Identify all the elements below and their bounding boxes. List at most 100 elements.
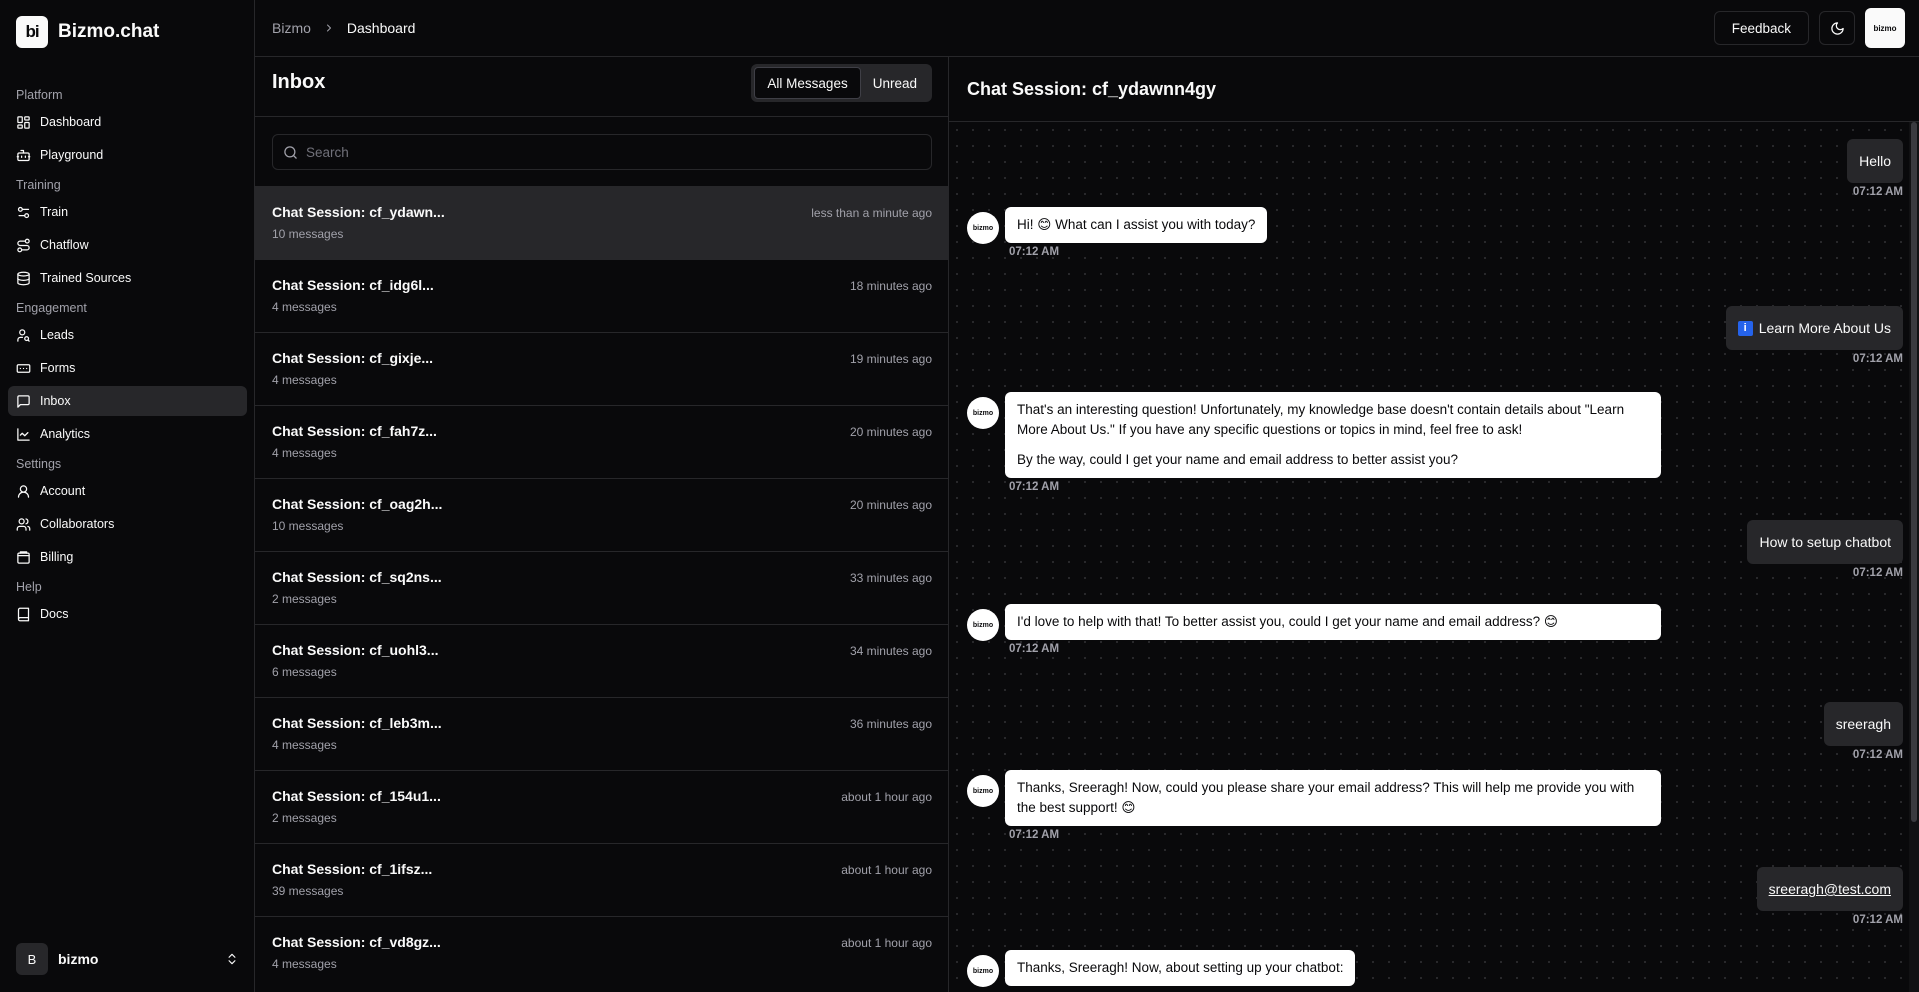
tab-all-messages[interactable]: All Messages (754, 67, 861, 99)
sidebar-item-forms[interactable]: Forms (8, 353, 247, 383)
session-message-count: 4 messages (272, 300, 337, 314)
message-timestamp: 07:12 AM (1009, 829, 1060, 841)
bot-message-bubble: I'd love to help with that! To better as… (1005, 604, 1661, 640)
sidebar-item-collaborators[interactable]: Collaborators (8, 509, 247, 539)
chevrons-up-down-icon (225, 952, 239, 966)
chat-scrollbar[interactable] (1909, 122, 1919, 992)
sidebar-item-dashboard[interactable]: Dashboard (8, 107, 247, 137)
user-menu[interactable]: B bizmo (8, 940, 247, 978)
feedback-button[interactable]: Feedback (1713, 11, 1809, 45)
sidebar-item-label: Billing (40, 550, 74, 564)
message-paragraph: Hi! 😊 What can I assist you with today? (1017, 217, 1256, 232)
user-search-icon (16, 328, 31, 343)
bot-avatar: bizmo (967, 775, 999, 807)
bot-message-bubble: Thanks, Sreeragh! Now, about setting up … (1005, 950, 1356, 986)
sidebar-item-analytics[interactable]: Analytics (8, 419, 247, 449)
nav-group-label: Settings (16, 457, 62, 471)
session-item[interactable]: Chat Session: cf_leb3m... 4 messages 36 mi… (255, 697, 948, 770)
session-item[interactable]: Chat Session: cf_gixje... 4 messages 19 mi… (255, 332, 948, 405)
session-title: Chat Session: cf_vd8gz... (272, 934, 441, 950)
session-item[interactable]: Chat Session: cf_sq2ns... 2 messages 33 mi… (255, 551, 948, 624)
brand[interactable]: bi Bizmo.chat (16, 16, 159, 48)
message-text: Hello (1859, 153, 1891, 169)
bot-icon (16, 148, 31, 163)
sidebar-item-label: Forms (40, 361, 76, 375)
sidebar-item-label: Account (40, 484, 86, 498)
database-icon (16, 271, 31, 286)
session-item[interactable]: Chat Session: cf_1ifsz... 39 messages abou… (255, 843, 948, 916)
session-title: Chat Session: cf_leb3m... (272, 715, 442, 731)
nav-group-label: Engagement (16, 301, 87, 315)
chat-title: Chat Session: cf_ydawnn4gy (949, 57, 1919, 122)
email-link[interactable]: sreeragh@test.com (1769, 881, 1891, 897)
user-message: sreeragh 07:12 AM (1823, 702, 1903, 761)
sliders-icon (16, 205, 31, 220)
form-input-icon (16, 361, 31, 376)
session-item[interactable]: Chat Session: cf_ydawn... 10 messages less… (255, 186, 948, 259)
session-time: about 1 hour ago (841, 863, 932, 877)
session-title: Chat Session: cf_sq2ns... (272, 569, 442, 585)
bot-message-bubble: Hi! 😊 What can I assist you with today? (1005, 207, 1268, 243)
dashboard-icon (16, 115, 31, 130)
users-icon (16, 517, 31, 532)
search-input[interactable] (306, 144, 931, 160)
breadcrumb-current: Dashboard (346, 20, 416, 36)
sidebar-item-account[interactable]: Account (8, 476, 247, 506)
nav-group-label: Help (16, 580, 42, 594)
user-message: i Learn More About Us 07:12 AM (1725, 306, 1903, 365)
session-title: Chat Session: cf_idg6l... (272, 277, 434, 293)
sidebar-item-chatflow[interactable]: Chatflow (8, 230, 247, 260)
bot-avatar: bizmo (967, 609, 999, 641)
message-timestamp: 07:12 AM (1852, 567, 1903, 579)
sidebar-nav: Platform Dashboard Playground Training Train… (8, 80, 247, 632)
sidebar-item-billing[interactable]: Billing (8, 542, 247, 572)
account-avatar[interactable]: bizmo (1865, 8, 1905, 48)
session-time: 20 minutes ago (849, 425, 932, 439)
chat-scrollbar-thumb[interactable] (1911, 122, 1917, 822)
session-item[interactable]: Chat Session: cf_idg6l... 4 messages 18 mi… (255, 259, 948, 332)
tab-unread[interactable]: Unread (861, 67, 929, 99)
session-message-count: 2 messages (272, 592, 337, 606)
session-time: 20 minutes ago (849, 498, 932, 512)
nav-group-label: Training (16, 178, 61, 192)
search-box (272, 134, 932, 170)
bot-message-bubble: Thanks, Sreeragh! Now, could you please … (1005, 770, 1661, 826)
breadcrumb-root[interactable]: Bizmo (272, 20, 311, 36)
session-item[interactable]: Chat Session: cf_154u1... 2 messages about… (255, 770, 948, 843)
sidebar-item-docs[interactable]: Docs (8, 599, 247, 629)
message-paragraph: Thanks, Sreeragh! Now, about setting up … (1017, 960, 1344, 975)
session-title: Chat Session: cf_154u1... (272, 788, 441, 804)
sidebar-item-leads[interactable]: Leads (8, 320, 247, 350)
session-item[interactable]: Chat Session: cf_fah7z... 4 messages 20 mi… (255, 405, 948, 478)
session-item[interactable]: Chat Session: cf_vd8gz... 4 messages about… (255, 916, 948, 989)
message-timestamp: 07:12 AM (1852, 749, 1903, 761)
sidebar-item-label: Docs (40, 607, 69, 621)
chat-messages[interactable]: Hello 07:12 AM bizmo Hi! 😊 What can I assis… (949, 122, 1909, 992)
inbox-title: Inbox (272, 71, 326, 93)
session-title: Chat Session: cf_1ifsz... (272, 861, 433, 877)
sidebar-item-trained-sources[interactable]: Trained Sources (8, 263, 247, 293)
sidebar-item-label: Leads (40, 328, 75, 342)
message-timestamp: 07:12 AM (1852, 353, 1903, 365)
nav-group-label: Platform (16, 88, 63, 102)
bot-avatar: bizmo (967, 212, 999, 244)
message-text: Learn More About Us (1758, 320, 1891, 336)
inbox-header: Inbox All Messages Unread (255, 57, 948, 117)
message-timestamp: 07:12 AM (1009, 481, 1060, 493)
brand-name: Bizmo.chat (58, 21, 160, 42)
sidebar-item-playground[interactable]: Playground (8, 140, 247, 170)
session-list: Chat Session: cf_ydawn... 10 messages less… (255, 186, 948, 989)
sidebar-item-label: Train (40, 205, 69, 219)
bot-message-bubble: That's an interesting question! Unfortun… (1005, 392, 1661, 478)
session-title: Chat Session: cf_gixje... (272, 350, 434, 366)
session-title: Chat Session: cf_uohl3... (272, 642, 439, 658)
sidebar-item-train[interactable]: Train (8, 197, 247, 227)
session-item[interactable]: Chat Session: cf_oag2h... 10 messages 20 m… (255, 478, 948, 551)
sidebar-item-label: Analytics (40, 427, 91, 441)
theme-toggle-button[interactable] (1819, 11, 1855, 45)
chart-line-icon (16, 427, 31, 442)
book-icon (16, 607, 31, 622)
session-item[interactable]: Chat Session: cf_uohl3... 6 messages 34 mi… (255, 624, 948, 697)
sidebar-item-inbox[interactable]: Inbox (8, 386, 247, 416)
sidebar-item-label: Inbox (40, 394, 71, 408)
